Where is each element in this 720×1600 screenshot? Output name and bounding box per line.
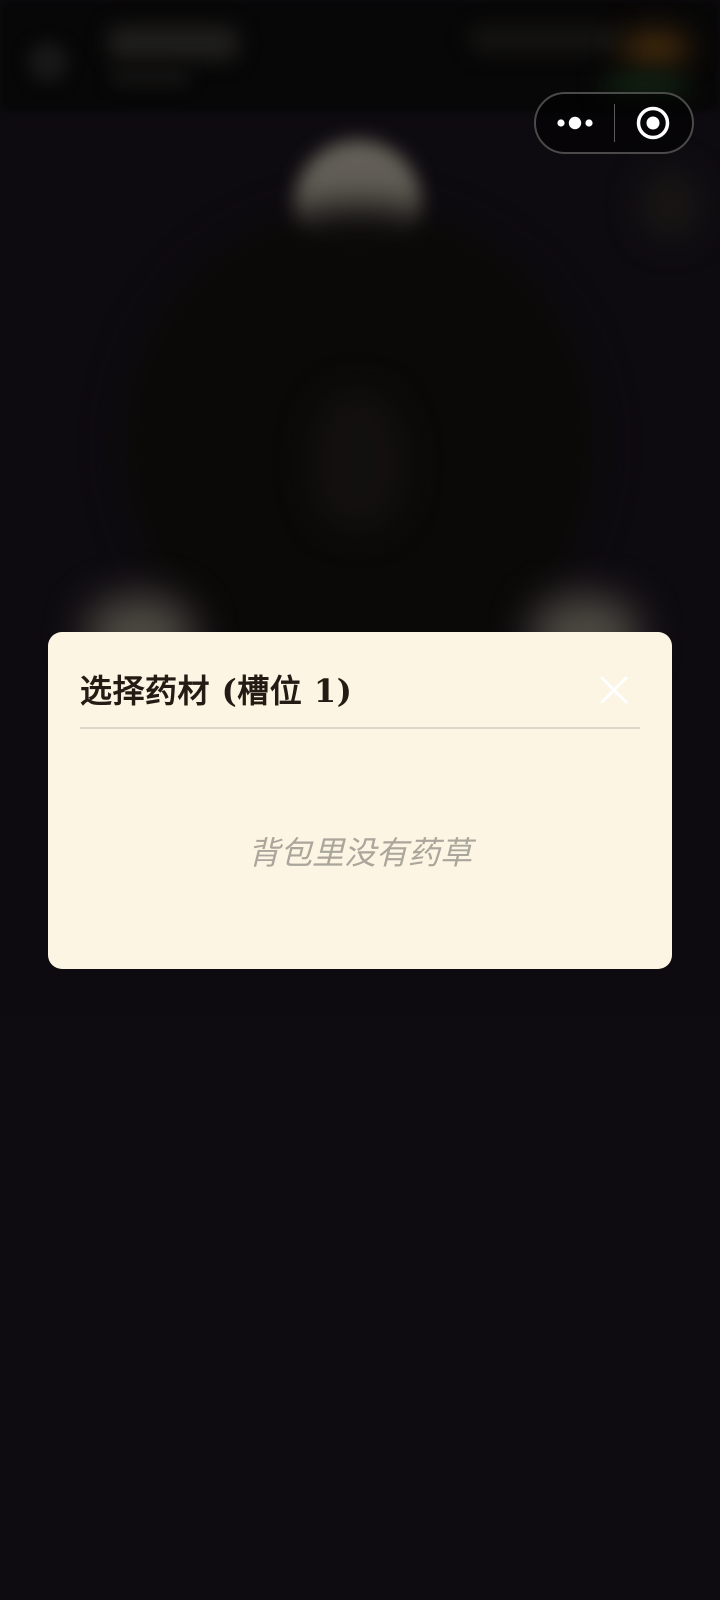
target-circle-icon [637, 106, 670, 140]
select-herb-dialog: 选择药材 (槽位 1) 背包里没有药草 [48, 632, 672, 969]
miniprogram-capsule [534, 92, 694, 154]
title-divider [80, 727, 640, 729]
close-icon [600, 676, 628, 704]
more-button[interactable] [536, 94, 614, 152]
more-dots-icon [557, 116, 593, 130]
dialog-title: 选择药材 (槽位 1) [80, 672, 353, 710]
close-button[interactable] [596, 672, 632, 708]
exit-miniprogram-button[interactable] [615, 94, 693, 152]
empty-state-message: 背包里没有药草 [247, 834, 472, 872]
